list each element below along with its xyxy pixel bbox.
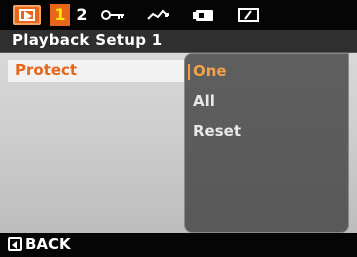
back-label: BACK	[25, 235, 71, 253]
tools-icon[interactable]	[191, 4, 217, 26]
menu-item-label: Protect	[15, 61, 78, 79]
tab-page-2[interactable]: 2	[72, 4, 92, 26]
wave-icon[interactable]	[146, 4, 172, 26]
menu-header: Playback Setup 1	[0, 30, 357, 53]
menu-item-protect[interactable]: Protect	[8, 60, 184, 82]
selection-cursor	[188, 64, 190, 80]
option-one[interactable]: One	[193, 62, 227, 80]
battery-icon[interactable]	[236, 4, 262, 26]
footer-bar: BACK	[0, 233, 357, 257]
key-icon[interactable]	[100, 4, 126, 26]
protect-submenu: One All Reset	[184, 53, 349, 233]
tab-page-1[interactable]: 1	[50, 4, 70, 26]
option-reset[interactable]: Reset	[193, 122, 241, 140]
option-all[interactable]: All	[193, 92, 215, 110]
back-arrow-icon	[8, 237, 22, 251]
tab-bar: 1 2	[0, 0, 357, 30]
page-title: Playback Setup 1	[12, 31, 163, 49]
camera-menu-screen: 1 2 Playback Setup 1 Protect One All Res…	[0, 0, 357, 257]
tab-playback[interactable]	[13, 5, 41, 25]
play-triangle-icon	[24, 11, 32, 21]
